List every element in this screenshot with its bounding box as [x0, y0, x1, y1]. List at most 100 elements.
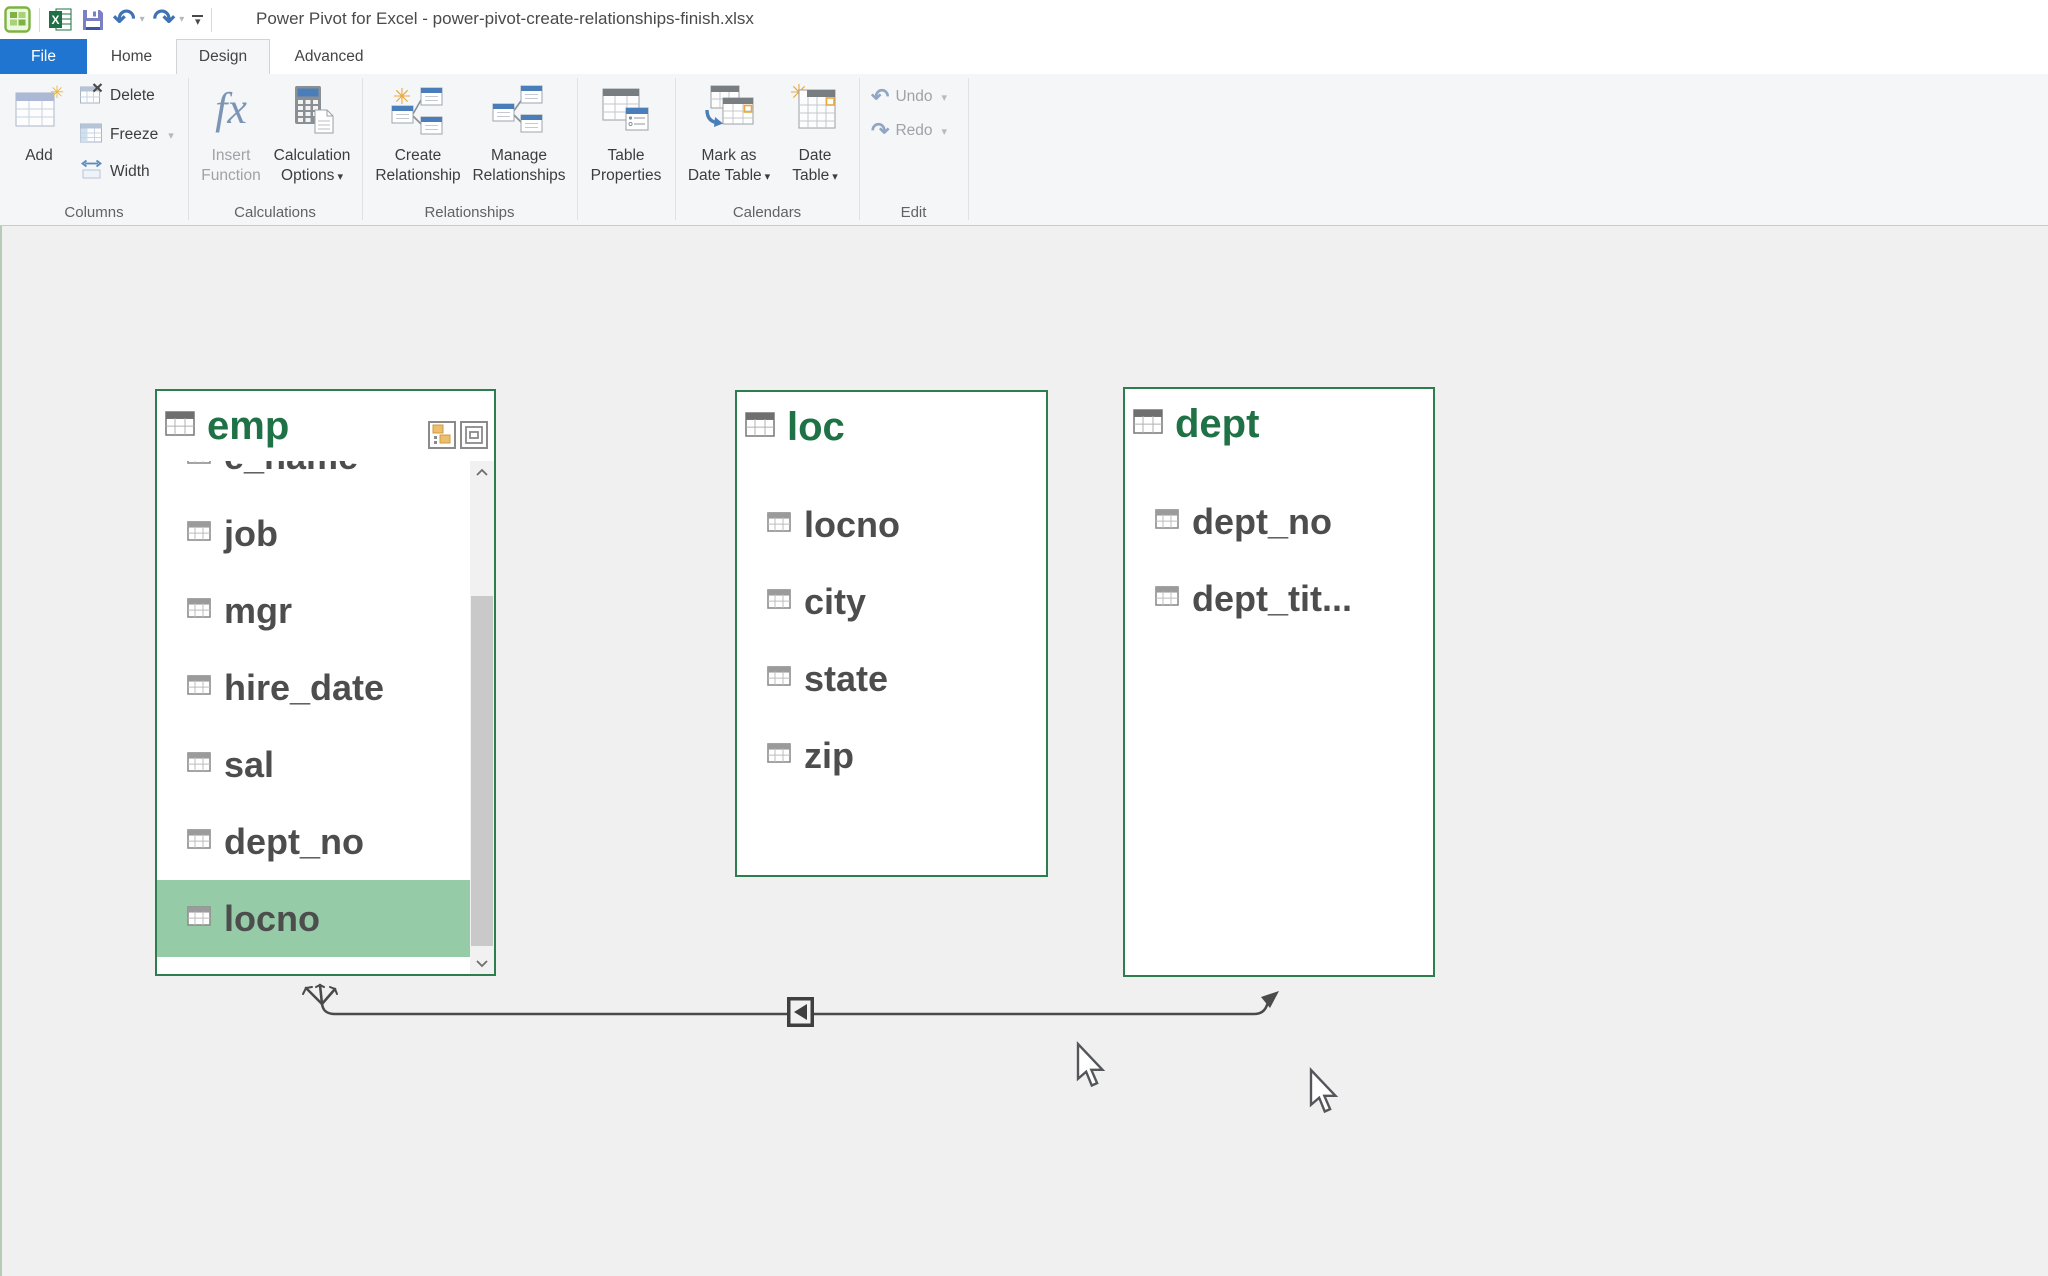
dept-table-header[interactable]: dept: [1125, 389, 1433, 459]
field-label: locno: [224, 898, 320, 940]
field-label: job: [224, 513, 278, 555]
ribbon-tabs: File Home Design Advanced: [0, 39, 2048, 74]
redo-dropdown-icon[interactable]: ▾: [942, 125, 948, 138]
scroll-up-icon[interactable]: [470, 461, 494, 483]
field-label: state: [804, 658, 888, 700]
table-name: loc: [787, 405, 845, 450]
column-width-button[interactable]: Width: [80, 158, 150, 186]
add-table-icon: ✳: [14, 80, 64, 146]
calculation-options-icon: [287, 80, 337, 146]
field-icon: [187, 675, 211, 700]
field-row-mgr[interactable]: mgr: [157, 572, 470, 649]
redo-dropdown-icon[interactable]: ▾: [179, 14, 184, 25]
tab-file[interactable]: File: [0, 39, 87, 74]
scrollbar-thumb[interactable]: [471, 596, 493, 946]
field-row-locno[interactable]: locno: [737, 486, 1046, 563]
delete-column-label: Delete: [110, 87, 155, 105]
diagram-view[interactable]: empe_namejobmgrhire_datesaldept_nolocno …: [0, 226, 2048, 1276]
date-table-button[interactable]: ✳ Date Table▾: [779, 80, 851, 187]
insert-function-button[interactable]: fx Insert Function: [200, 80, 262, 186]
table-properties-button[interactable]: Table Properties: [583, 80, 669, 186]
undo-dropdown-icon[interactable]: ▾: [140, 14, 145, 25]
manage-relationships-icon: [491, 80, 547, 146]
field-row-dept_tit[interactable]: dept_tit...: [1125, 560, 1433, 637]
table-name: dept: [1175, 402, 1259, 447]
group-label-calendars: Calendars: [675, 204, 859, 221]
field-label: mgr: [224, 590, 292, 632]
field-row-dept_no[interactable]: dept_no: [157, 803, 470, 880]
field-icon: [187, 906, 211, 931]
field-label: locno: [804, 504, 900, 546]
tab-advanced[interactable]: Advanced: [270, 39, 388, 74]
diagram-table-loc[interactable]: loc locno city state zip: [735, 390, 1048, 877]
field-icon: [767, 512, 791, 537]
field-icon: [767, 589, 791, 614]
mark-as-date-table-icon: [701, 80, 757, 146]
field-icon: [1155, 509, 1179, 534]
ribbon: ✳ Add Delete Freeze ▾ Width Columns: [0, 74, 2048, 226]
mark-as-date-table-button[interactable]: Mark as Date Table▾: [681, 80, 777, 187]
table-icon: [1133, 409, 1163, 439]
tab-home[interactable]: Home: [87, 39, 176, 74]
field-row-city[interactable]: city: [737, 563, 1046, 640]
group-label-relationships: Relationships: [362, 204, 577, 221]
create-relationship-icon: ✳: [389, 80, 447, 146]
excel-icon[interactable]: X: [48, 7, 73, 32]
field-label: hire_date: [224, 667, 384, 709]
delete-column-button[interactable]: Delete: [80, 82, 155, 110]
field-icon: [1155, 586, 1179, 611]
date-table-icon: ✳: [789, 80, 841, 146]
add-column-label: Add: [25, 146, 53, 166]
field-row-job[interactable]: job: [157, 495, 470, 572]
field-row-locno[interactable]: locno: [157, 880, 470, 957]
table-properties-icon: [600, 80, 652, 146]
table-scrollbar[interactable]: [470, 461, 494, 974]
field-row-dept_no[interactable]: dept_no: [1125, 483, 1433, 560]
redo-icon[interactable]: ↷: [153, 6, 176, 33]
customize-quick-access-icon[interactable]: ▾: [192, 15, 203, 25]
column-width-icon: [80, 159, 103, 185]
freeze-dropdown-icon[interactable]: ▾: [168, 129, 174, 142]
insert-function-icon: fx: [215, 80, 247, 146]
power-pivot-app-icon[interactable]: [4, 6, 31, 33]
table-icon: [745, 412, 775, 442]
diagram-table-emp[interactable]: empe_namejobmgrhire_datesaldept_nolocno: [155, 389, 496, 976]
create-hierarchy-icon[interactable]: [428, 421, 456, 454]
freeze-icon: [80, 122, 103, 148]
redo-button[interactable]: ↷ Redo ▾: [871, 120, 947, 142]
add-column-button[interactable]: ✳ Add: [8, 80, 70, 166]
redo-icon: ↷: [871, 120, 889, 142]
field-icon: [187, 521, 211, 546]
field-row-zip[interactable]: zip: [737, 717, 1046, 794]
group-label-edit: Edit: [859, 204, 968, 221]
undo-button[interactable]: ↶ Undo ▾: [871, 86, 947, 108]
field-icon: [187, 829, 211, 854]
undo-icon[interactable]: ↶: [113, 6, 136, 33]
calculation-options-button[interactable]: Calculation Options▾: [266, 80, 358, 187]
manage-relationships-button[interactable]: Manage Relationships: [466, 80, 572, 186]
undo-dropdown-icon[interactable]: ▾: [942, 91, 948, 104]
create-relationship-button[interactable]: ✳ Create Relationship: [370, 80, 466, 186]
group-label-calculations: Calculations: [188, 204, 362, 221]
tab-design[interactable]: Design: [176, 39, 270, 74]
field-label: dept_tit...: [1192, 578, 1352, 620]
ribbon-group-calendars: Mark as Date Table▾ ✳ Date Table▾ Calend…: [675, 74, 859, 226]
diagram-table-dept[interactable]: dept dept_no dept_tit...: [1123, 387, 1435, 977]
delete-icon: [80, 83, 103, 109]
group-label-columns: Columns: [0, 204, 188, 221]
loc-table-header[interactable]: loc: [737, 392, 1046, 462]
field-icon: [767, 743, 791, 768]
save-icon[interactable]: [81, 8, 105, 32]
freeze-column-label: Freeze: [110, 126, 158, 144]
field-icon: [187, 598, 211, 623]
ribbon-group-calculations: fx Insert Function Calculation Options▾ …: [188, 74, 362, 226]
field-row-sal[interactable]: sal: [157, 726, 470, 803]
field-row-e_name[interactable]: e_name: [157, 461, 470, 495]
field-row-hire_date[interactable]: hire_date: [157, 649, 470, 726]
field-label: dept_no: [1192, 501, 1332, 543]
scroll-down-icon[interactable]: [470, 952, 494, 974]
field-label: zip: [804, 735, 854, 777]
freeze-column-button[interactable]: Freeze ▾: [80, 121, 174, 149]
maximize-icon[interactable]: [460, 421, 488, 454]
field-row-state[interactable]: state: [737, 640, 1046, 717]
